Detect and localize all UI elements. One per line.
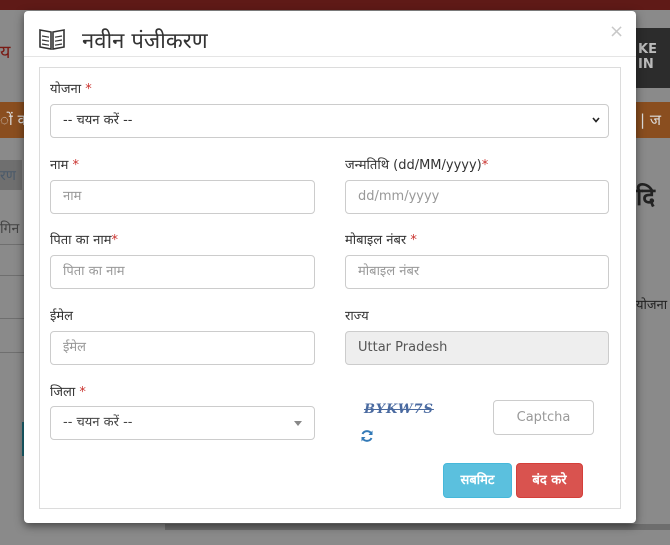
name-label: नाम * — [50, 158, 79, 173]
refresh-icon[interactable] — [360, 429, 374, 443]
sidebar-divider — [0, 244, 25, 245]
mobile-label: मोबाइल नंबर * — [345, 233, 417, 248]
captcha-image: BYKW7S — [364, 402, 434, 417]
registration-modal: नवीन पंजीकरण × योजना * -- चयन करें -- ना… — [24, 11, 636, 523]
bottom-bar — [165, 524, 670, 530]
modal-header: नवीन पंजीकरण × — [24, 11, 636, 57]
sidebar-item-1[interactable]: रण — [0, 166, 16, 185]
sidebar-divider — [0, 318, 25, 319]
email-label: ईमेल — [50, 309, 73, 324]
caret-down-icon — [294, 421, 302, 426]
chevron-down-icon — [592, 117, 600, 123]
sidebar-divider — [0, 275, 25, 276]
name-placeholder: नाम — [63, 189, 82, 204]
dob-label: जन्मतिथि (dd/MM/yyyy)* — [345, 158, 489, 173]
dob-placeholder: dd/mm/yyyy — [358, 189, 440, 204]
scheme-label: योजना * — [50, 82, 92, 97]
district-select-value: -- चयन करें -- — [63, 415, 133, 430]
email-placeholder: ईमेल — [63, 340, 86, 355]
scheme-select-value: -- चयन करें -- — [63, 113, 133, 128]
modal-title: नवीन पंजीकरण — [82, 29, 208, 54]
district-select[interactable]: -- चयन करें -- — [50, 406, 315, 440]
state-label: राज्य — [345, 309, 369, 324]
state-input[interactable]: Uttar Pradesh — [345, 331, 609, 365]
sidebar-divider — [0, 352, 25, 353]
nav-item-right[interactable]: | ज — [640, 110, 661, 130]
sidebar-item-2[interactable]: गिन — [0, 219, 19, 238]
district-label: जिला * — [50, 385, 86, 400]
name-input[interactable]: नाम — [50, 180, 315, 214]
close-icon[interactable]: × — [609, 21, 624, 42]
father-name-placeholder: पिता का नाम — [63, 264, 125, 279]
father-name-input[interactable]: पिता का नाम — [50, 255, 315, 289]
email-input[interactable]: ईमेल — [50, 331, 315, 365]
close-button[interactable]: बंद करे — [516, 463, 583, 498]
mobile-placeholder: मोबाइल नंबर — [358, 264, 420, 279]
father-name-label: पिता का नाम* — [50, 233, 118, 248]
left-brand-text: य — [0, 42, 11, 63]
book-icon — [39, 29, 65, 50]
dob-input[interactable]: dd/mm/yyyy — [345, 180, 609, 214]
mobile-input[interactable]: मोबाइल नंबर — [345, 255, 609, 289]
right-heading: दि — [636, 183, 655, 211]
scheme-select[interactable]: -- चयन करें -- — [50, 104, 609, 138]
state-value: Uttar Pradesh — [358, 340, 448, 355]
captcha-input[interactable]: Captcha — [493, 400, 594, 435]
right-logo-text: KE IN — [638, 42, 657, 72]
top-bar — [0, 0, 670, 10]
form-panel: योजना * -- चयन करें -- नाम * नाम जन्मतिथ… — [39, 67, 621, 509]
right-text: योजना — [636, 298, 668, 313]
submit-button[interactable]: सबमिट — [443, 463, 512, 498]
